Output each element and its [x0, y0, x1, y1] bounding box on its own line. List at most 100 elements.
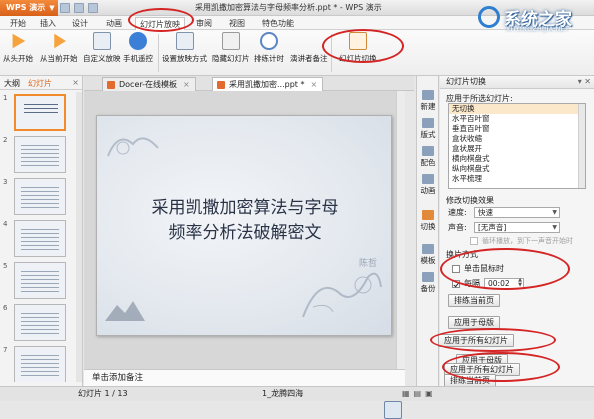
slide-thumbnail[interactable] — [14, 346, 66, 382]
rehearse-current-button[interactable]: 排练当前页 — [448, 294, 500, 307]
loop-checkbox[interactable] — [470, 237, 478, 245]
thumbnail-content — [21, 355, 59, 377]
slide-thumbnail[interactable] — [14, 304, 66, 341]
save-icon[interactable] — [60, 3, 70, 13]
list-item[interactable]: 盒状收缩 — [449, 134, 585, 144]
thumbnail-row[interactable]: 2 — [0, 134, 83, 176]
list-item[interactable]: 水平百叶窗 — [449, 114, 585, 124]
thumbnail-number: 3 — [3, 178, 8, 186]
thumbnail-number: 7 — [3, 346, 8, 354]
play-icon — [12, 33, 26, 49]
task-sidebar: 新建 版式 配色 动画 切换 模板 备份 — [416, 76, 439, 386]
sidebar-item-label: 切换 — [420, 222, 436, 231]
presenter-notes-button[interactable]: 演讲者备注 — [290, 32, 402, 419]
phone-remote-button[interactable]: 手机遥控 — [123, 32, 153, 64]
slide-thumbnail[interactable] — [14, 94, 66, 131]
tab-special[interactable]: 特色功能 — [258, 17, 298, 30]
thumbnail-row[interactable]: 7 — [0, 344, 83, 382]
list-scrollbar[interactable] — [578, 104, 585, 188]
list-item[interactable]: 垂直百叶窗 — [449, 124, 585, 134]
projector-screen-icon — [92, 32, 111, 50]
slide-title[interactable]: 采用凯撒加密算法与字母 频率分析法破解密文 — [97, 196, 391, 246]
ribbon-divider — [158, 34, 159, 72]
sidebar-item-template[interactable]: 模板 — [418, 244, 438, 266]
view-buttons[interactable]: ▦▤▣ — [402, 387, 437, 401]
spinner-arrows-icon[interactable]: ▲ ▼ — [518, 278, 522, 288]
thumbnail-row[interactable]: 4 — [0, 218, 83, 260]
close-icon[interactable]: × — [310, 80, 317, 89]
on-click-checkbox[interactable] — [452, 264, 460, 273]
auto-advance-row: 每隔 00:02 ▲ ▼ — [452, 278, 524, 289]
slide-thumbnail[interactable] — [14, 262, 66, 299]
advance-time-input[interactable]: 00:02 ▲ ▼ — [484, 278, 524, 289]
auto-advance-checkbox[interactable] — [452, 279, 460, 288]
thumbnail-row[interactable]: 6 — [0, 302, 83, 344]
apply-all-button[interactable]: 应用于所有幻灯片 — [438, 334, 514, 347]
thumbnail-row[interactable]: 1 — [0, 92, 83, 134]
timer-icon — [260, 32, 278, 50]
tab-current-doc[interactable]: 采用凯撒加密...ppt * × — [212, 77, 324, 91]
list-item[interactable]: 横向棋盘式 — [449, 154, 585, 164]
tab-docer-label: Docer-在线模板 — [119, 80, 178, 89]
list-item[interactable]: 水平梳理 — [449, 174, 585, 184]
loop-label: 循环播放，到下一声音开始时 — [482, 237, 573, 245]
tab-outline[interactable]: 大纲 — [4, 78, 20, 89]
slide-editor: 采用凯撒加密算法与字母 频率分析法破解密文 陈哲 — [84, 91, 405, 369]
wps-menu-button[interactable]: WPS 演示 ▼ — [0, 0, 58, 16]
hide-slide-button[interactable]: 隐藏幻灯片 — [212, 32, 250, 64]
close-icon[interactable]: × — [72, 78, 79, 87]
hide-slide-icon — [221, 32, 240, 50]
apply-master-button[interactable]: 应用于母版 — [448, 316, 500, 329]
sidebar-item-transition[interactable]: 切换 — [418, 210, 438, 232]
tab-review[interactable]: 审阅 — [192, 17, 216, 30]
list-item[interactable]: 纵向棋盘式 — [449, 164, 585, 174]
notes-area[interactable]: 单击添加备注 — [84, 369, 405, 386]
sidebar-item-new[interactable]: 新建 — [418, 90, 438, 112]
from-start-button[interactable]: 从头开始 — [3, 32, 33, 64]
tab-animation[interactable]: 动画 — [102, 17, 126, 30]
every-label: 每隔 — [464, 279, 480, 288]
tab-slides[interactable]: 幻灯片 — [28, 78, 52, 89]
thumbnail-number: 6 — [3, 304, 8, 312]
loop-row: 循环播放，到下一声音开始时 — [470, 236, 573, 246]
slide-transition-button[interactable]: 幻灯片切换 — [339, 32, 377, 64]
list-item[interactable]: 盒状展开 — [449, 144, 585, 154]
slide-thumbnail[interactable] — [14, 136, 66, 173]
slide-thumbnail[interactable] — [14, 220, 66, 257]
speed-select[interactable]: 快速 ▼ — [474, 207, 560, 218]
thumbnail-content — [21, 187, 59, 209]
from-current-button[interactable]: 从当前开始 — [40, 32, 78, 64]
list-item[interactable]: 无切换 — [449, 104, 585, 114]
sidebar-item-label: 动画 — [420, 186, 436, 195]
thumbnail-row[interactable]: 5 — [0, 260, 83, 302]
speed-label: 速度: — [448, 208, 467, 217]
tab-docer[interactable]: Docer-在线模板 × — [102, 77, 196, 91]
quick-access-toolbar — [60, 3, 98, 13]
custom-show-button[interactable]: 自定义放映 — [83, 32, 121, 64]
tab-slideshow[interactable]: 幻灯片放映 — [135, 17, 185, 30]
slides-pane: 大纲 幻灯片 × 1 2 3 4 5 6 7 — [0, 76, 83, 386]
sidebar-item-backup[interactable]: 备份 — [418, 272, 438, 294]
setup-show-button[interactable]: 设置放映方式 — [162, 32, 207, 64]
sidebar-item-layout[interactable]: 版式 — [418, 118, 438, 140]
close-icon[interactable]: × — [183, 80, 190, 89]
sidebar-item-label: 配色 — [420, 158, 436, 167]
tab-start[interactable]: 开始 — [6, 17, 30, 30]
chevron-down-icon: ▼ — [552, 209, 557, 216]
rehearse-button[interactable]: 排练计时 — [254, 32, 284, 64]
thumbnail-scrollbar[interactable] — [76, 92, 82, 382]
current-slide[interactable]: 采用凯撒加密算法与字母 频率分析法破解密文 陈哲 — [96, 115, 392, 336]
sidebar-item-animation[interactable]: 动画 — [418, 174, 438, 196]
tab-view[interactable]: 视图 — [225, 17, 249, 30]
tab-insert[interactable]: 插入 — [36, 17, 60, 30]
transition-list[interactable]: 无切换 水平百叶窗 垂直百叶窗 盒状收缩 盒状展开 横向棋盘式 纵向棋盘式 水平… — [448, 103, 586, 189]
sidebar-item-colors[interactable]: 配色 — [418, 146, 438, 168]
thumbnail-row[interactable]: 3 — [0, 176, 83, 218]
slide-thumbnail[interactable] — [14, 178, 66, 215]
pane-controls[interactable]: ▾ ✕ — [578, 76, 591, 88]
print-icon[interactable] — [74, 3, 84, 13]
undo-icon[interactable] — [88, 3, 98, 13]
tab-design[interactable]: 设计 — [68, 17, 92, 30]
editor-scrollbar[interactable] — [396, 91, 405, 369]
sound-select[interactable]: [无声音] ▼ — [474, 222, 560, 233]
